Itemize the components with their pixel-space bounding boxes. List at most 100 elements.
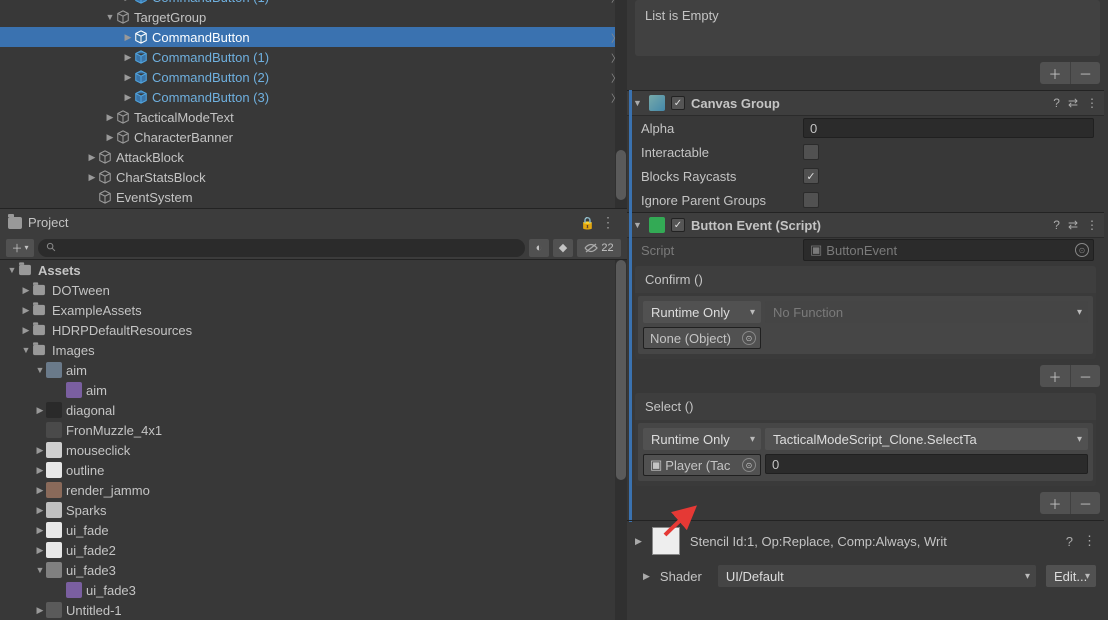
foldout-arrow-icon[interactable] xyxy=(20,285,32,296)
hierarchy-item[interactable]: CommandButton (1)〉 xyxy=(0,47,627,67)
foldout-arrow-icon[interactable] xyxy=(34,545,46,556)
function-dropdown[interactable]: TacticalModeScript_Clone.SelectTa xyxy=(765,428,1088,450)
hierarchy-item[interactable]: CharStatsBlock xyxy=(0,167,627,187)
asset-item[interactable]: ExampleAssets xyxy=(0,300,627,320)
asset-item[interactable]: FronMuzzle_4x1 xyxy=(0,420,627,440)
project-panel-header[interactable]: Project 🔒 ⋮ xyxy=(0,208,627,236)
preset-icon[interactable]: ⇄ xyxy=(1068,96,1078,110)
help-icon[interactable]: ? xyxy=(1053,96,1060,110)
interactable-checkbox[interactable] xyxy=(803,144,819,160)
object-picker-icon[interactable]: ⊙ xyxy=(742,458,756,472)
filter-type-button[interactable]: ◐ xyxy=(529,239,549,257)
help-icon[interactable]: ? xyxy=(1053,218,1060,232)
canvas-group-header[interactable]: ✓ Canvas Group ? ⇄ ⋮ xyxy=(627,90,1104,116)
call-mode-dropdown[interactable]: Runtime Only xyxy=(643,301,761,323)
foldout-arrow-icon[interactable] xyxy=(86,152,98,163)
target-object-field[interactable]: None (Object) ⊙ xyxy=(643,327,761,349)
ignore-parent-checkbox[interactable] xyxy=(803,192,819,208)
edit-button[interactable]: Edit... xyxy=(1046,565,1096,587)
add-button[interactable]: ＋ xyxy=(1040,62,1070,84)
foldout-arrow-icon[interactable] xyxy=(6,265,18,275)
hierarchy-item[interactable]: TacticalModeText xyxy=(0,107,627,127)
scrollbar-thumb[interactable] xyxy=(616,260,626,480)
menu-icon[interactable]: ⋮ xyxy=(1086,218,1098,232)
asset-item[interactable]: Assets xyxy=(0,260,627,280)
hierarchy-item[interactable]: AttackBlock xyxy=(0,147,627,167)
menu-icon[interactable]: ⋮ xyxy=(1086,96,1098,110)
help-icon[interactable]: ? xyxy=(1066,534,1073,549)
remove-button[interactable]: － xyxy=(1070,62,1100,84)
object-picker-icon[interactable]: ⊙ xyxy=(742,331,756,345)
foldout-arrow-icon[interactable] xyxy=(34,525,46,536)
search-input[interactable] xyxy=(38,239,525,257)
foldout-arrow-icon[interactable] xyxy=(34,465,46,476)
hierarchy-item[interactable]: CommandButton〉 xyxy=(0,27,627,47)
asset-item[interactable]: render_jammo xyxy=(0,480,627,500)
foldout-arrow-icon[interactable] xyxy=(122,52,134,63)
asset-item[interactable]: mouseclick xyxy=(0,440,627,460)
assets-scrollbar[interactable] xyxy=(615,260,627,620)
foldout-arrow-icon[interactable] xyxy=(104,112,116,123)
remove-button[interactable]: － xyxy=(1070,492,1100,514)
foldout-arrow-icon[interactable]: ▶ xyxy=(643,571,650,582)
filter-label-button[interactable]: ◆ xyxy=(553,239,573,257)
hidden-toggle[interactable]: 22 xyxy=(577,239,621,257)
foldout-arrow-icon[interactable] xyxy=(633,220,643,230)
foldout-arrow-icon[interactable] xyxy=(34,365,46,375)
remove-button[interactable]: － xyxy=(1070,365,1100,387)
foldout-arrow-icon[interactable] xyxy=(122,0,134,3)
button-event-header[interactable]: ✓ Button Event (Script) ? ⇄ ⋮ xyxy=(627,212,1104,238)
hierarchy-item[interactable]: CommandButton (1)〉 xyxy=(0,0,627,7)
foldout-arrow-icon[interactable] xyxy=(34,565,46,575)
asset-item[interactable]: Sparks xyxy=(0,500,627,520)
asset-item[interactable]: Images xyxy=(0,340,627,360)
hierarchy-item[interactable]: EventSystem xyxy=(0,187,627,207)
asset-item[interactable]: ui_fade xyxy=(0,520,627,540)
scrollbar-thumb[interactable] xyxy=(616,150,626,200)
foldout-arrow-icon[interactable]: ▶ xyxy=(635,536,642,547)
asset-item[interactable]: DOTween xyxy=(0,280,627,300)
function-dropdown[interactable]: No Function xyxy=(765,301,1088,323)
foldout-arrow-icon[interactable] xyxy=(104,132,116,143)
preset-icon[interactable]: ⇄ xyxy=(1068,218,1078,232)
foldout-arrow-icon[interactable] xyxy=(34,405,46,416)
hierarchy-item[interactable]: CommandButton (3)〉 xyxy=(0,87,627,107)
asset-item[interactable]: outline xyxy=(0,460,627,480)
foldout-arrow-icon[interactable] xyxy=(122,32,134,43)
hierarchy-item[interactable]: TargetGroup xyxy=(0,7,627,27)
add-button[interactable]: ＋ xyxy=(1040,492,1070,514)
argument-field[interactable]: 0 xyxy=(765,454,1088,474)
foldout-arrow-icon[interactable] xyxy=(122,92,134,103)
asset-item[interactable]: aim xyxy=(0,380,627,400)
foldout-arrow-icon[interactable] xyxy=(20,325,32,336)
foldout-arrow-icon[interactable] xyxy=(20,345,32,355)
hierarchy-item[interactable]: CommandButton (2)〉 xyxy=(0,67,627,87)
hierarchy-item[interactable]: CharacterBanner xyxy=(0,127,627,147)
foldout-arrow-icon[interactable] xyxy=(86,172,98,183)
shader-dropdown[interactable]: UI/Default xyxy=(718,565,1036,587)
target-object-field[interactable]: ▣Player (Tac ⊙ xyxy=(643,454,761,476)
foldout-arrow-icon[interactable] xyxy=(122,72,134,83)
foldout-arrow-icon[interactable] xyxy=(633,98,643,108)
lock-icon[interactable]: 🔒 xyxy=(580,216,595,230)
asset-item[interactable]: ui_fade3 xyxy=(0,560,627,580)
foldout-arrow-icon[interactable] xyxy=(34,445,46,456)
enabled-checkbox[interactable]: ✓ xyxy=(671,96,685,110)
asset-item[interactable]: aim xyxy=(0,360,627,380)
asset-item[interactable]: HDRPDefaultResources xyxy=(0,320,627,340)
foldout-arrow-icon[interactable] xyxy=(34,485,46,496)
alpha-field[interactable]: 0 xyxy=(803,118,1094,138)
call-mode-dropdown[interactable]: Runtime Only xyxy=(643,428,761,450)
material-header[interactable]: ▶ Stencil Id:1, Op:Replace, Comp:Always,… xyxy=(627,520,1104,561)
create-button[interactable]: ＋▾ xyxy=(6,239,34,257)
menu-icon[interactable]: ⋮ xyxy=(1083,533,1096,549)
asset-item[interactable]: ui_fade2 xyxy=(0,540,627,560)
enabled-checkbox[interactable]: ✓ xyxy=(671,218,685,232)
foldout-arrow-icon[interactable] xyxy=(34,505,46,516)
asset-item[interactable]: ui_fade3 xyxy=(0,580,627,600)
asset-item[interactable]: Untitled-1 xyxy=(0,600,627,620)
blocks-raycasts-checkbox[interactable]: ✓ xyxy=(803,168,819,184)
add-button[interactable]: ＋ xyxy=(1040,365,1070,387)
asset-item[interactable]: diagonal xyxy=(0,400,627,420)
foldout-arrow-icon[interactable] xyxy=(104,12,116,22)
